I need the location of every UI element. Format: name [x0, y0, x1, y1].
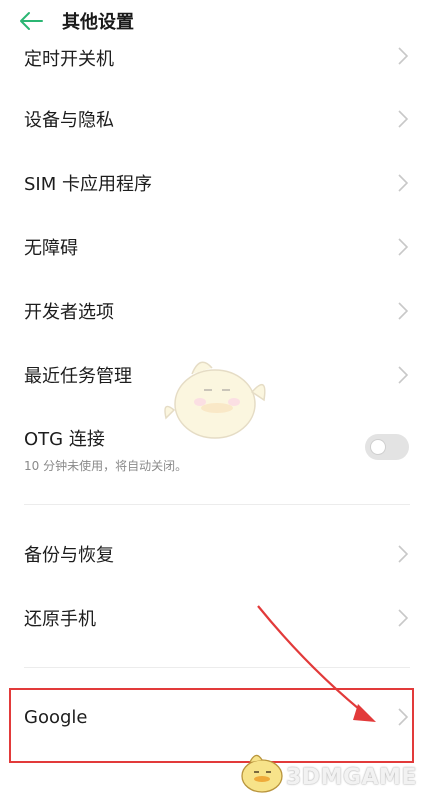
list-item-device-privacy[interactable]: 设备与隐私: [0, 87, 430, 151]
mascot-watermark-icon: [164, 361, 266, 439]
back-arrow-icon[interactable]: [18, 10, 44, 32]
chevron-right-icon: [398, 110, 408, 128]
otg-toggle[interactable]: [365, 434, 409, 460]
chevron-right-icon: [398, 47, 408, 65]
list-item-label: 最近任务管理: [24, 366, 132, 387]
list-item-label: 还原手机: [24, 609, 96, 630]
top-app-bar: 其他设置: [0, 0, 430, 44]
watermark-logo-text: 3DMGAME: [286, 765, 417, 790]
chevron-right-icon: [398, 238, 408, 256]
otg-sublabel: 10 分钟未使用，将自动关闭。: [24, 459, 188, 473]
chevron-right-icon: [398, 302, 408, 320]
list-item-accessibility[interactable]: 无障碍: [0, 215, 430, 279]
annotation-arrow-icon: [257, 605, 376, 722]
list-item-sim-apps[interactable]: SIM 卡应用程序: [0, 151, 430, 215]
list-item-developer-options[interactable]: 开发者选项: [0, 279, 430, 343]
list-item-label: 备份与恢复: [24, 545, 114, 566]
toggle-knob: [370, 439, 386, 455]
list-item-label: 设备与隐私: [24, 110, 114, 131]
chevron-right-icon: [398, 545, 408, 563]
chevron-right-icon: [398, 609, 408, 627]
list-item-label: 无障碍: [24, 238, 78, 259]
list-item-label: 定时开关机: [24, 49, 114, 70]
divider: [24, 504, 410, 505]
chevron-right-icon: [398, 174, 408, 192]
list-item-backup-restore[interactable]: 备份与恢复: [0, 522, 430, 586]
otg-label: OTG 连接: [24, 429, 105, 450]
list-item-label: 开发者选项: [24, 302, 114, 323]
chevron-right-icon: [398, 366, 408, 384]
mascot-logo-icon: [241, 754, 283, 793]
page-title: 其他设置: [62, 12, 134, 33]
list-item-label: SIM 卡应用程序: [24, 174, 152, 195]
